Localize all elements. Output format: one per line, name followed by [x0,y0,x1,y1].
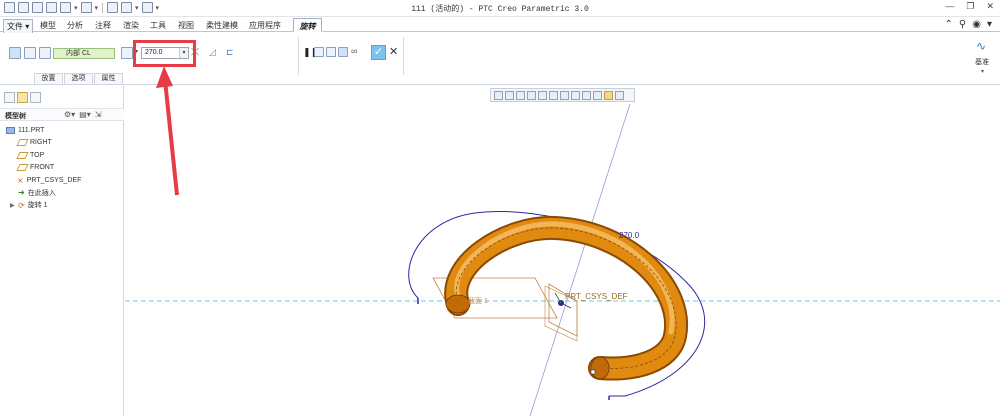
annotation-arrow-head [156,66,173,88]
annotation-overlay [156,66,179,196]
annotation-arrow-shaft [163,79,179,196]
